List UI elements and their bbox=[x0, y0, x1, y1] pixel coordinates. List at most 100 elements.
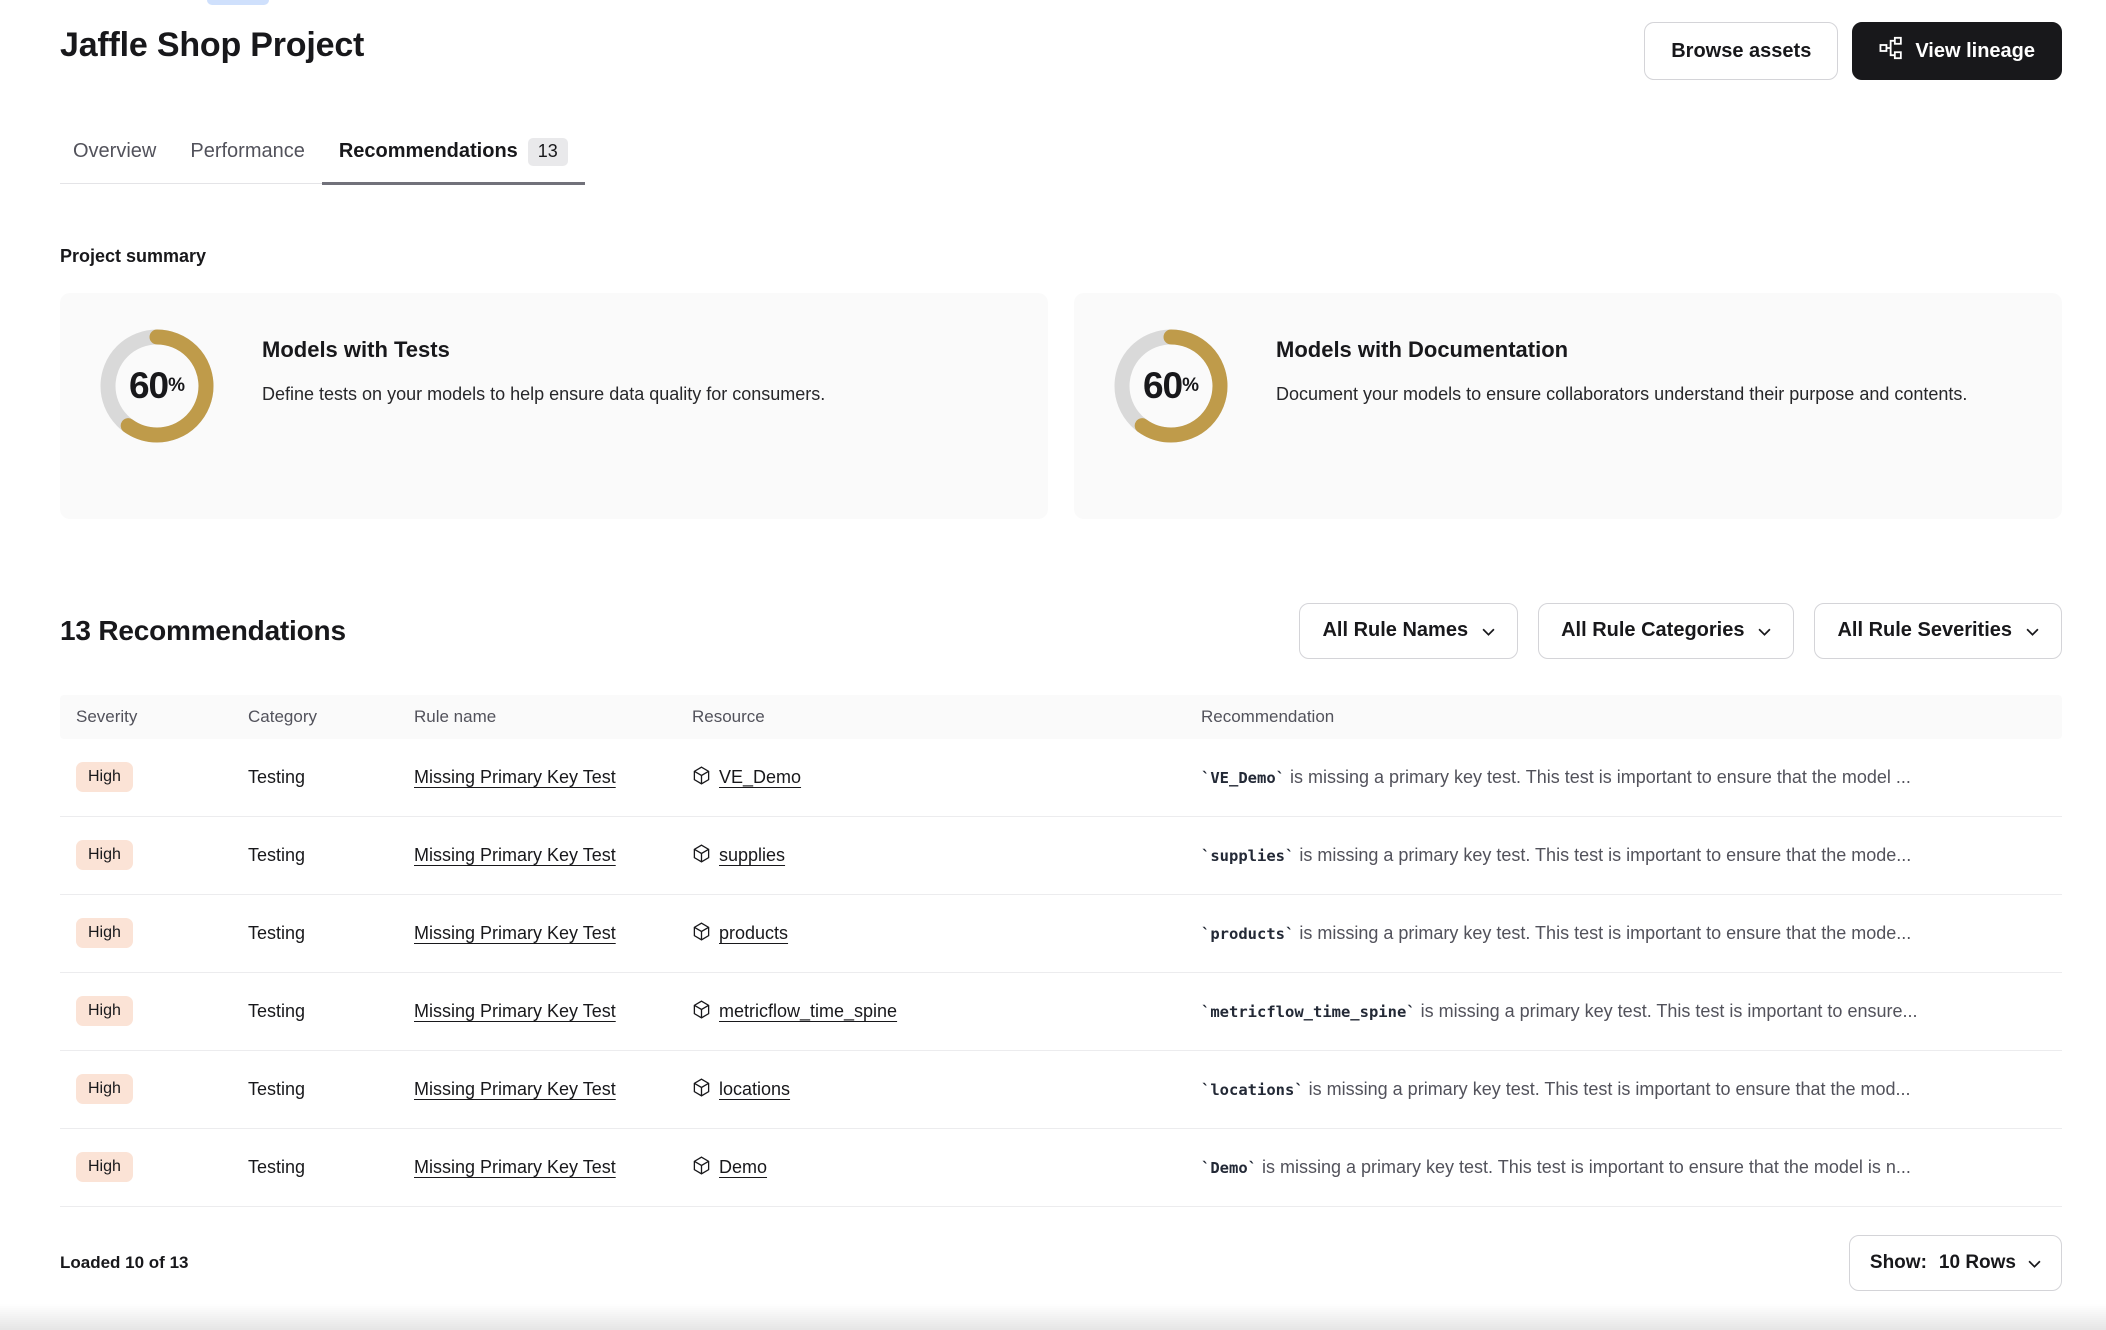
severity-badge: High bbox=[76, 918, 133, 948]
model-cube-icon bbox=[692, 999, 711, 1024]
resource-cell: locations bbox=[676, 1077, 1185, 1102]
project-summary-label: Project summary bbox=[60, 246, 2062, 267]
docs-card-text: Models with Documentation Document your … bbox=[1276, 327, 1967, 407]
resource-cell: metricflow_time_spine bbox=[676, 999, 1185, 1024]
table-row: High Testing Missing Primary Key Test suppl… bbox=[60, 817, 2062, 895]
chevron-down-icon bbox=[2028, 1252, 2041, 1274]
severity-badge: High bbox=[76, 840, 133, 870]
view-lineage-button[interactable]: View lineage bbox=[1852, 22, 2062, 80]
category-cell: Testing bbox=[232, 1079, 398, 1100]
severity-badge: High bbox=[76, 762, 133, 792]
browse-assets-button[interactable]: Browse assets bbox=[1644, 22, 1838, 80]
resource-link[interactable]: supplies bbox=[719, 845, 785, 866]
table-row: High Testing Missing Primary Key Test Demo `… bbox=[60, 1129, 2062, 1207]
severity-badge: High bbox=[76, 1074, 133, 1104]
resource-link[interactable]: Demo bbox=[719, 1157, 767, 1178]
recommendation-cell: `supplies` is missing a primary key test… bbox=[1185, 845, 2062, 866]
severity-cell: High bbox=[60, 1152, 232, 1182]
resource-cell: products bbox=[676, 921, 1185, 946]
filter-rule-categories-label: All Rule Categories bbox=[1561, 619, 1744, 642]
recommendation-code: `products` bbox=[1201, 925, 1294, 943]
page: Jaffle Shop Project Browse assets View l… bbox=[0, 0, 2106, 1330]
table-header-row: Severity Category Rule name Resource Rec… bbox=[60, 695, 2062, 739]
show-rows-dropdown[interactable]: Show: 10 Rows bbox=[1849, 1235, 2062, 1291]
recommendation-text: is missing a primary key test. This test… bbox=[1416, 1001, 1918, 1021]
recommendation-code: `metricflow_time_spine` bbox=[1201, 1003, 1416, 1021]
tab-performance[interactable]: Performance bbox=[173, 128, 322, 185]
recommendations-count-badge: 13 bbox=[528, 138, 568, 166]
browse-assets-label: Browse assets bbox=[1671, 40, 1811, 63]
rule-name-link[interactable]: Missing Primary Key Test bbox=[414, 1157, 616, 1177]
docs-card-description: Document your models to ensure collabora… bbox=[1276, 381, 1967, 407]
recommendation-code: `supplies` bbox=[1201, 847, 1294, 865]
severity-badge: High bbox=[76, 1152, 133, 1182]
table-row: HighTestingMissing Primary Key TestVE_De… bbox=[60, 739, 2062, 817]
tab-performance-label: Performance bbox=[190, 140, 305, 163]
recommendations-header: 13 Recommendations All Rule Names All Ru… bbox=[60, 603, 2062, 659]
recommendation-text: is missing a primary key test. This test… bbox=[1294, 923, 1911, 943]
severity-cell: High bbox=[60, 996, 232, 1026]
rule-name-cell: Missing Primary Key Test bbox=[398, 1157, 676, 1178]
rule-name-link[interactable]: Missing Primary Key Test bbox=[414, 1079, 616, 1099]
recommendation-cell: `metricflow_time_spine` is missing a pri… bbox=[1185, 1001, 2062, 1022]
category-cell: Testing bbox=[232, 1001, 398, 1022]
tab-recommendations-label: Recommendations bbox=[339, 140, 518, 163]
recommendation-text: is missing a primary key test. This test… bbox=[1257, 1157, 1911, 1177]
recommendation-text: is missing a primary key test. This test… bbox=[1294, 845, 1911, 865]
resource-link[interactable]: metricflow_time_spine bbox=[719, 1001, 897, 1022]
tests-donut-chart: 60% bbox=[100, 329, 214, 443]
tests-percent: 60 bbox=[129, 365, 168, 407]
recommendation-code: `locations` bbox=[1201, 1081, 1304, 1099]
rule-name-link[interactable]: Missing Primary Key Test bbox=[414, 767, 616, 787]
recommendation-cell: `Demo` is missing a primary key test. Th… bbox=[1185, 1157, 2062, 1178]
recommendation-cell: `VE_Demo` is missing a primary key test.… bbox=[1185, 767, 2062, 788]
models-with-documentation-card: 60% Models with Documentation Document y… bbox=[1074, 293, 2062, 519]
table-row: High Testing Missing Primary Key Test metri… bbox=[60, 973, 2062, 1051]
category-cell: Testing bbox=[232, 845, 398, 866]
table-body: High Testing Missing Primary Key Test VE_De… bbox=[60, 739, 2062, 1207]
col-resource: Resource bbox=[676, 707, 1185, 727]
severity-cell: High bbox=[60, 918, 232, 948]
lineage-icon bbox=[1879, 36, 1903, 66]
category-cell: Testing bbox=[232, 1157, 398, 1178]
top-edge-pill bbox=[207, 0, 269, 5]
bottom-fade bbox=[0, 1304, 2106, 1330]
rule-name-link[interactable]: Missing Primary Key Test bbox=[414, 845, 616, 865]
loaded-status: Loaded 10 of 13 bbox=[60, 1253, 188, 1273]
show-rows-label: Show: bbox=[1870, 1252, 1927, 1274]
col-recommendation: Recommendation bbox=[1185, 707, 2062, 727]
resource-link[interactable]: VE_Demo bbox=[719, 767, 801, 788]
tests-card-text: Models with Tests Define tests on your m… bbox=[262, 327, 825, 407]
models-with-tests-card: 60% Models with Tests Define tests on yo… bbox=[60, 293, 1048, 519]
tests-card-description: Define tests on your models to help ensu… bbox=[262, 381, 825, 407]
tab-overview[interactable]: Overview bbox=[60, 128, 173, 185]
severity-badge: High bbox=[76, 996, 133, 1026]
filter-rule-categories[interactable]: All Rule Categories bbox=[1538, 603, 1794, 659]
docs-donut-chart: 60% bbox=[1114, 329, 1228, 443]
view-lineage-label: View lineage bbox=[1915, 40, 2035, 63]
table-footer: Loaded 10 of 13 Show: 10 Rows bbox=[60, 1235, 2062, 1291]
resource-link[interactable]: products bbox=[719, 923, 788, 944]
recommendation-code: `VE_Demo` bbox=[1201, 769, 1285, 787]
resource-cell: supplies bbox=[676, 843, 1185, 868]
docs-percent-sign: % bbox=[1182, 375, 1199, 397]
tab-recommendations[interactable]: Recommendations 13 bbox=[322, 128, 585, 185]
col-severity: Severity bbox=[60, 707, 232, 727]
filter-rule-severities-label: All Rule Severities bbox=[1837, 619, 2012, 642]
recommendation-code: `Demo` bbox=[1201, 1159, 1257, 1177]
rule-name-cell: Missing Primary Key Test bbox=[398, 845, 676, 866]
header: Jaffle Shop Project Browse assets View l… bbox=[60, 0, 2062, 80]
model-cube-icon bbox=[692, 1155, 711, 1180]
severity-cell: High bbox=[60, 1074, 232, 1104]
filter-rule-severities[interactable]: All Rule Severities bbox=[1814, 603, 2062, 659]
table-row: High Testing Missing Primary Key Test locat… bbox=[60, 1051, 2062, 1129]
rule-name-link[interactable]: Missing Primary Key Test bbox=[414, 923, 616, 943]
table-row: HighTestingMissing Primary Key Testprodu… bbox=[60, 895, 2062, 973]
model-cube-icon bbox=[692, 921, 711, 946]
resource-link[interactable]: locations bbox=[719, 1079, 790, 1100]
filter-rule-names[interactable]: All Rule Names bbox=[1299, 603, 1518, 659]
rule-name-link[interactable]: Missing Primary Key Test bbox=[414, 1001, 616, 1021]
filter-rule-names-label: All Rule Names bbox=[1322, 619, 1468, 642]
docs-card-title: Models with Documentation bbox=[1276, 337, 1967, 363]
resource-cell: Demo bbox=[676, 1155, 1185, 1180]
